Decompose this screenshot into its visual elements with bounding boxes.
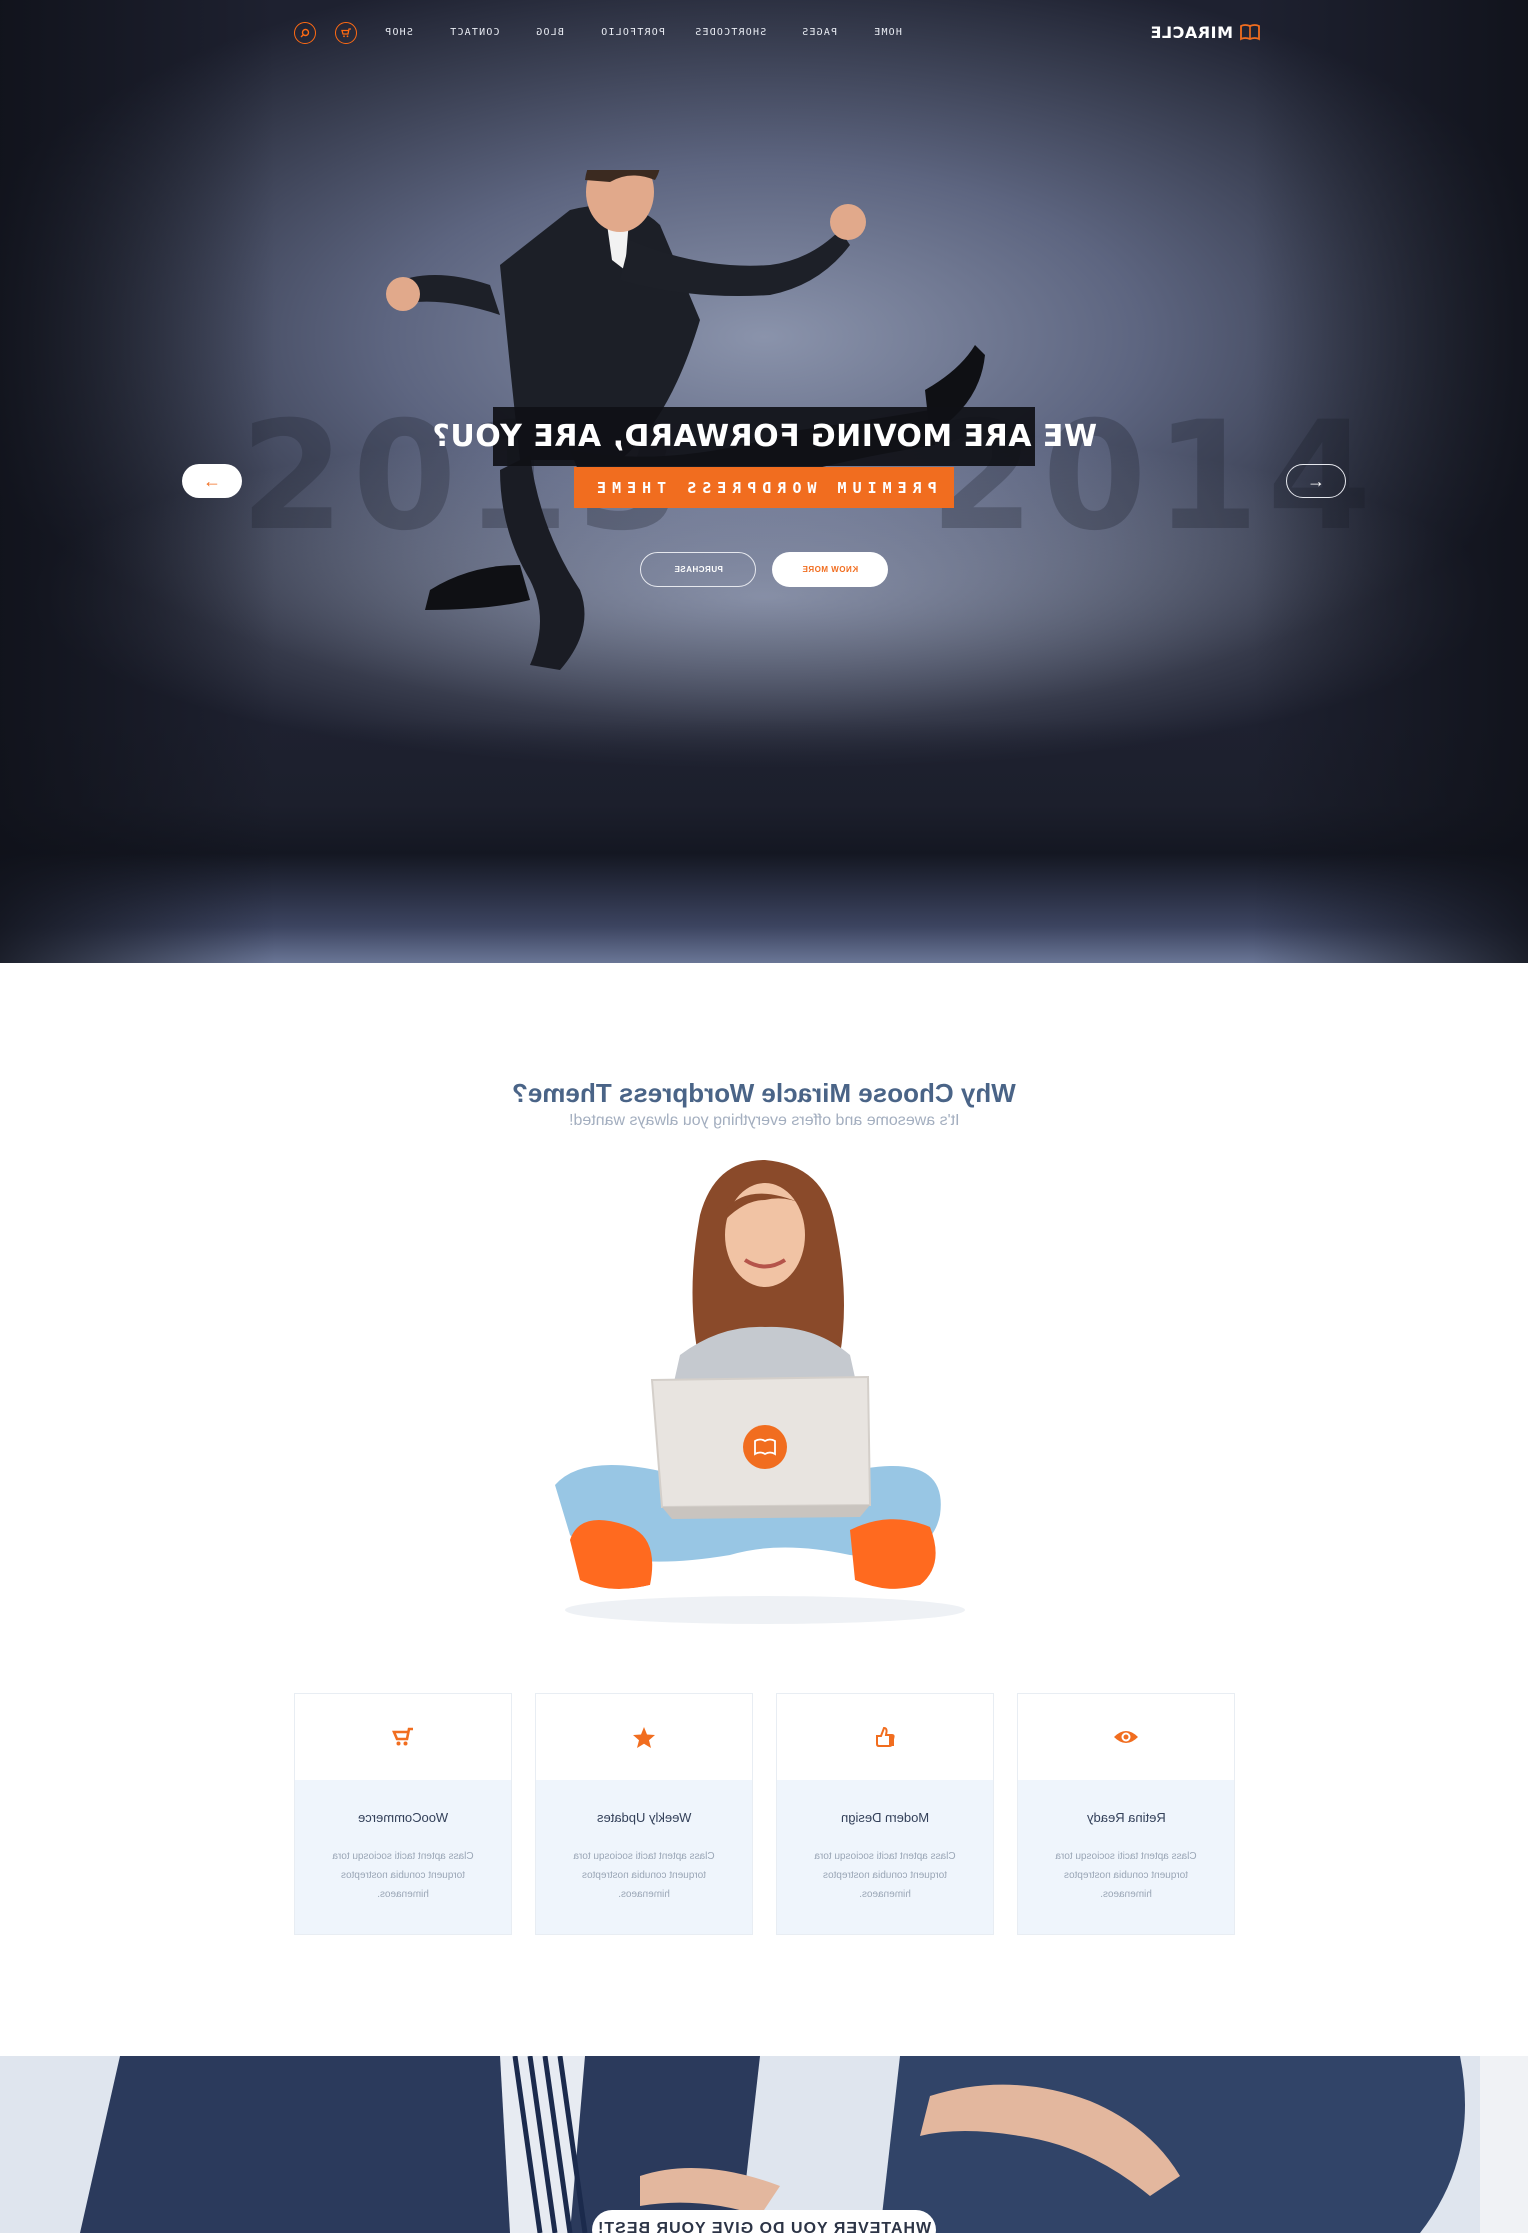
arrow-left-icon: ← — [203, 470, 221, 491]
feature-card-woocommerce: WooCommerce Class aptent taciti sociosqu… — [294, 1693, 512, 1935]
feature-text-body: Class aptent taciti sociosqu tora torque… — [814, 1851, 956, 1900]
feature-title-text: Retina Ready — [1086, 1810, 1166, 1825]
cart-icon[interactable] — [335, 22, 357, 44]
feature-text: Class aptent taciti sociosqu tora torque… — [1046, 1847, 1206, 1904]
feature-card-body: WooCommerce Class aptent taciti sociosqu… — [295, 1780, 511, 1934]
feature-card-top — [777, 1694, 993, 1780]
slider-prev-button[interactable]: ← — [182, 464, 242, 498]
nav-item-shortcodes[interactable]: SHORTCODES — [694, 27, 766, 38]
motto-text: WHATEVER YOU DO GIVE YOUR BEST! — [596, 2220, 932, 2233]
know-more-label: KNOW MORE — [801, 565, 859, 574]
hero-slider: 2013 2014 SHOP CONTACT BLOG PORT — [0, 0, 1528, 963]
feature-text-body: Class aptent taciti sociosqu tora torque… — [573, 1851, 715, 1900]
feature-text: Class aptent taciti sociosqu tora torque… — [564, 1847, 724, 1904]
section-subtitle-text: It's awesome and offers everything you a… — [568, 1112, 960, 1129]
feature-title-text: Modern Design — [840, 1810, 930, 1825]
feature-title-text: Weekly Updates — [596, 1810, 692, 1825]
purchase-label: PURCHASE — [673, 565, 723, 574]
hero-subline-box: PREMIUM WORDPRESS THEME — [574, 467, 954, 508]
eye-icon — [1114, 1731, 1138, 1743]
testimonial-band — [0, 2056, 1528, 2233]
feature-card-top — [1018, 1694, 1234, 1780]
main-nav: SHOP CONTACT BLOG PORTFOLIO SHORTCODES P… — [0, 0, 1528, 66]
girl-with-laptop-image — [555, 1160, 965, 1624]
feature-card-modern-design: Modern Design Class aptent taciti socios… — [776, 1693, 994, 1935]
thumbs-up-icon — [876, 1726, 895, 1747]
nav-item-home[interactable]: HOME — [873, 27, 902, 38]
section-title-text: Why Choose Miracle Wordpress Theme? — [512, 1078, 1016, 1108]
feature-title-text: WooCommerce — [357, 1810, 449, 1825]
hero-headline-box: WE ARE MOVING FORWARD, ARE YOU? — [432, 407, 1096, 466]
feature-title: Modern Design — [777, 1810, 993, 1825]
nav-item-portfolio[interactable]: PORTFOLIO — [600, 27, 665, 38]
feature-card-top — [295, 1694, 511, 1780]
feature-text: Class aptent taciti sociosqu tora torque… — [323, 1847, 483, 1904]
arrow-right-icon: → — [1307, 470, 1325, 491]
feature-title: WooCommerce — [295, 1810, 511, 1825]
star-icon — [633, 1726, 655, 1748]
nav-item-blog[interactable]: BLOG — [535, 27, 564, 38]
feature-card-weekly-updates: Weekly Updates Class aptent taciti socio… — [535, 1693, 753, 1935]
feature-text: Class aptent taciti sociosqu tora torque… — [805, 1847, 965, 1904]
know-more-button[interactable]: KNOW MORE — [772, 552, 888, 587]
feature-title: Weekly Updates — [536, 1810, 752, 1825]
search-icon[interactable] — [294, 22, 316, 44]
feature-card-body: Weekly Updates Class aptent taciti socio… — [536, 1780, 752, 1934]
purchase-button[interactable]: PURCHASE — [640, 552, 756, 587]
feature-card-body: Retina Ready Class aptent taciti sociosq… — [1018, 1780, 1234, 1934]
nav-item-shop[interactable]: SHOP — [384, 27, 413, 38]
feature-title: Retina Ready — [1018, 1810, 1234, 1825]
feature-card-top — [536, 1694, 752, 1780]
feature-card-retina-ready: Retina Ready Class aptent taciti sociosq… — [1017, 1693, 1235, 1935]
book-logo-icon — [1240, 24, 1260, 41]
slider-next-button[interactable]: → — [1286, 464, 1346, 498]
hero-subline: PREMIUM WORDPRESS THEME — [591, 478, 937, 497]
section-subtitle: It's awesome and offers everything you a… — [0, 1112, 1528, 1130]
feature-text-body: Class aptent taciti sociosqu tora torque… — [1055, 1851, 1197, 1900]
nav-item-pages[interactable]: PAGES — [801, 27, 837, 38]
hero-headline: WE ARE MOVING FORWARD, ARE YOU? — [431, 419, 1097, 454]
brand-logo[interactable]: MIRACLE — [1150, 22, 1261, 42]
section-title: Why Choose Miracle Wordpress Theme? — [0, 1078, 1528, 1109]
feature-text-body: Class aptent taciti sociosqu tora torque… — [332, 1851, 474, 1900]
brand-name: MIRACLE — [1150, 22, 1233, 42]
nav-item-contact[interactable]: CONTACT — [449, 27, 500, 38]
motto-pill: WHATEVER YOU DO GIVE YOUR BEST! — [592, 2210, 936, 2233]
cart-icon — [392, 1727, 413, 1746]
feature-card-body: Modern Design Class aptent taciti socios… — [777, 1780, 993, 1934]
business-meeting-image — [0, 2056, 1528, 2233]
